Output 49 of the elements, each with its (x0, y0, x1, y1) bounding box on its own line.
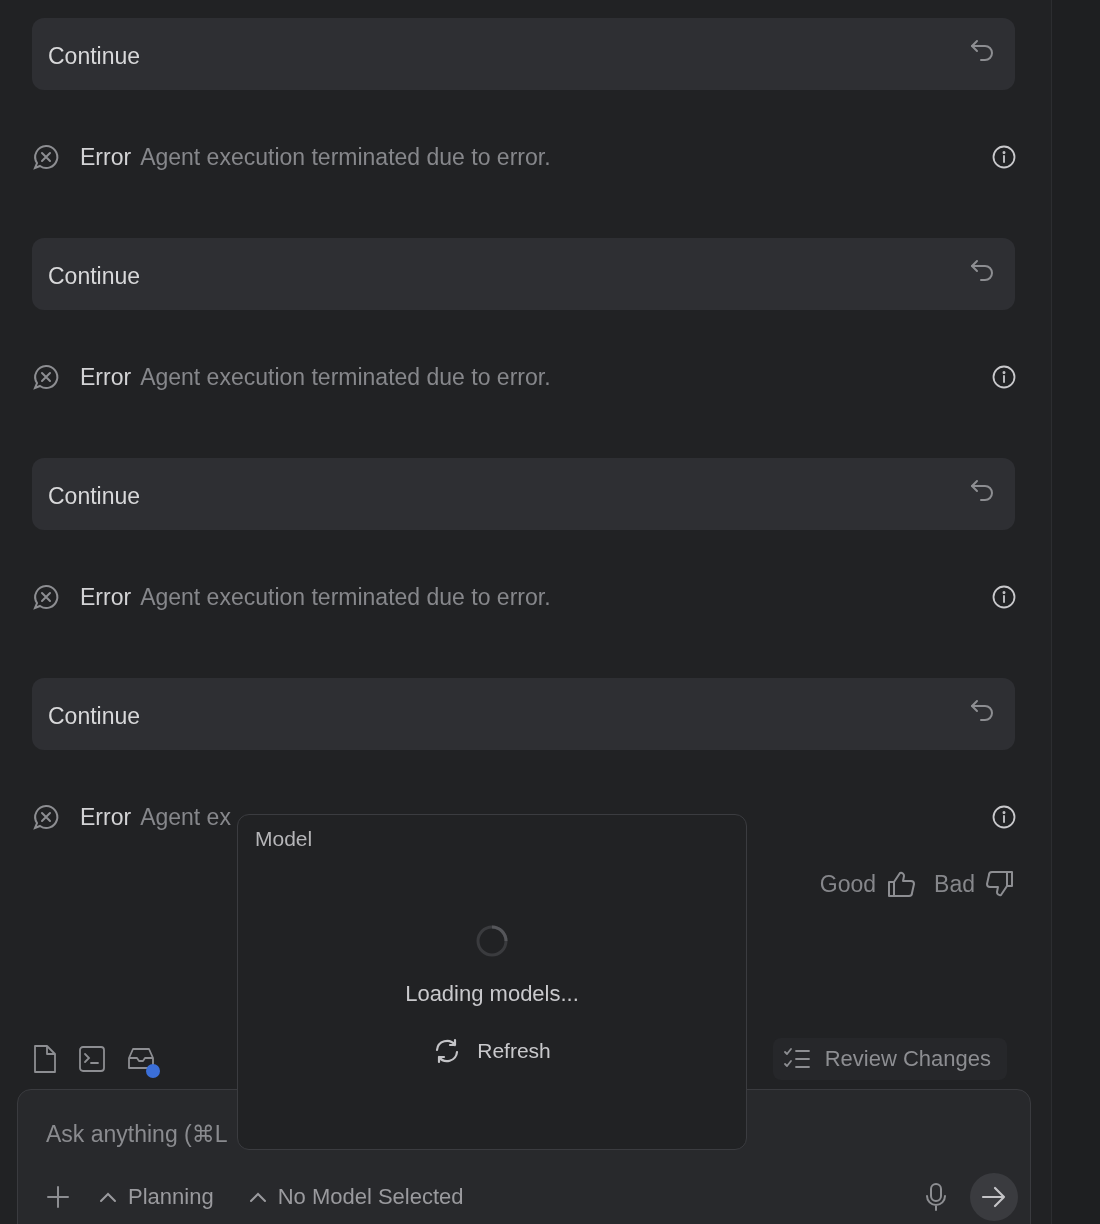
terminal-icon[interactable] (78, 1045, 106, 1073)
continue-label: Continue (48, 702, 141, 730)
thumbs-down-icon (985, 870, 1015, 898)
error-message: Agent ex (140, 803, 231, 831)
error-chat-icon (32, 583, 60, 611)
error-message: Agent execution terminated due to error. (140, 363, 551, 391)
arrow-icon (981, 1186, 1007, 1208)
loading-spinner-icon (476, 925, 508, 957)
good-button[interactable]: Good (819, 870, 917, 898)
mode-selector[interactable]: Planning (98, 1184, 214, 1210)
bad-button[interactable]: Bad (934, 870, 1015, 898)
error-chat-icon (32, 803, 60, 831)
error-title: Error (80, 583, 132, 611)
error-chat-icon (32, 363, 60, 391)
undo-icon[interactable] (969, 38, 995, 62)
continue-label: Continue (48, 42, 141, 70)
thumbs-up-icon (886, 870, 917, 898)
continue-label: Continue (48, 262, 141, 290)
caret-icon (247, 1191, 268, 1203)
continue-card[interactable]: Continue (32, 458, 1015, 530)
ask-input-field[interactable]: Ask anything (⌘L (46, 1118, 646, 1150)
add-icon[interactable] (46, 1185, 70, 1209)
file-icon[interactable] (32, 1044, 58, 1074)
undo-icon[interactable] (969, 478, 995, 502)
loading-status: Loading models... (405, 981, 579, 1007)
popup-title: Model (255, 827, 313, 851)
checklist-icon (782, 1047, 811, 1071)
error-chat-icon (32, 143, 60, 171)
undo-icon[interactable] (969, 698, 995, 722)
error-message: Agent execution terminated due to error. (140, 583, 551, 611)
error-title: Error (80, 143, 132, 171)
send-button[interactable] (970, 1173, 1018, 1221)
error-message: Agent execution terminated due to error. (140, 143, 551, 171)
refresh-button[interactable]: Refresh (433, 1037, 551, 1065)
microphone-icon[interactable] (924, 1182, 948, 1212)
undo-icon[interactable] (969, 258, 995, 282)
caret-icon (98, 1191, 118, 1203)
continue-card[interactable]: Continue (32, 238, 1015, 310)
info-icon[interactable] (992, 585, 1016, 609)
continue-card[interactable]: Continue (32, 18, 1015, 90)
info-icon[interactable] (992, 805, 1016, 829)
continue-label: Continue (48, 482, 141, 510)
review-changes-button[interactable]: Review Changes (772, 1038, 1007, 1080)
info-icon[interactable] (992, 365, 1016, 389)
error-title: Error (80, 363, 132, 391)
error-title: Error (80, 803, 132, 831)
model-selector[interactable]: No Model Selected (247, 1184, 464, 1210)
continue-card[interactable]: Continue (32, 678, 1015, 750)
info-icon[interactable] (992, 145, 1016, 169)
